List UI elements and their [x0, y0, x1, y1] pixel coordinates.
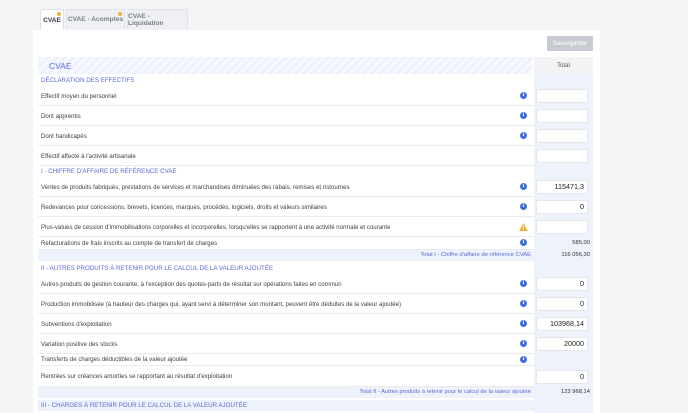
- row-label: Variation positive des stocks: [41, 341, 118, 348]
- table-row: Transferts de charges déductibles de la …: [38, 354, 534, 366]
- row-label: Autres produits de gestion courante, à l…: [41, 281, 342, 288]
- table-row: Ventes de produits fabriqués, prestation…: [38, 177, 534, 197]
- info-icon[interactable]: i: [520, 112, 527, 119]
- total-2-value: 123 968,14: [560, 389, 590, 395]
- row-label: Effectif affecté à l'activité artisanale: [41, 153, 136, 160]
- row-label: Redevances pour concessions, brevets, li…: [41, 204, 327, 211]
- total-2-row: Total II - Autres produits à retenir pou…: [38, 387, 593, 398]
- total-2-label: Total II - Autres produits à retenir pou…: [359, 389, 531, 395]
- rentrees-creances-input[interactable]: 0: [536, 370, 588, 384]
- table-row: Redevances pour concessions, brevets, li…: [38, 197, 534, 217]
- row-label: Production immobilisée (à hauteur des ch…: [41, 301, 402, 308]
- info-icon[interactable]: i: [520, 92, 527, 99]
- table-row: Production immobilisée (à hauteur des ch…: [38, 294, 534, 314]
- row-label: Ventes de produits fabriqués, prestation…: [41, 184, 350, 191]
- warning-icon[interactable]: [519, 223, 528, 231]
- info-icon[interactable]: i: [520, 183, 527, 190]
- apprentis-input[interactable]: [536, 109, 588, 123]
- row-label: Dont apprentis: [41, 113, 81, 120]
- row-label: Transferts de charges déductibles de la …: [41, 356, 188, 363]
- autres-produits-input[interactable]: 0: [536, 277, 588, 291]
- info-icon[interactable]: i: [520, 320, 527, 327]
- table-row: Subventions d'exploitation i: [38, 314, 534, 334]
- info-icon[interactable]: i: [520, 300, 527, 307]
- tab-cvae-liquidation[interactable]: CVAE - Liquidation: [127, 9, 188, 29]
- tab-badge-dot: [118, 12, 122, 16]
- row-label: Effectif moyen du personnel: [41, 93, 117, 100]
- section-autres-produits: II - AUTRES PRODUITS À RETENIR POUR LE C…: [41, 265, 274, 272]
- handicapes-input[interactable]: [536, 129, 588, 143]
- table-row: Rentrées sur créances amorties se rappor…: [38, 366, 534, 387]
- form-panel: Sauvegarder CVAE Total DÉCLARATION DES E…: [33, 30, 600, 413]
- table-row: Plus-values de cession d'immobilisations…: [38, 217, 534, 237]
- page-title: CVAE: [49, 61, 72, 71]
- tab-cvae-acomptes[interactable]: CVAE - Acomptes: [66, 9, 125, 29]
- subventions-input[interactable]: 103968,14: [536, 317, 588, 331]
- row-label: Refacturations de frais inscrits au comp…: [41, 240, 218, 247]
- tab-cvae[interactable]: CVAE: [40, 9, 64, 30]
- table-row: Dont apprentis i: [38, 106, 534, 126]
- total-column-header: Total: [534, 57, 593, 74]
- table-row: Effectif affecté à l'activité artisanale: [38, 146, 534, 166]
- total-1-label: Total I - Chiffre d'affaire de référence…: [420, 252, 531, 258]
- row-label: Subventions d'exploitation: [41, 321, 112, 328]
- info-icon[interactable]: i: [520, 203, 527, 210]
- table-row: Dont handicapés i: [38, 126, 534, 146]
- info-icon[interactable]: i: [520, 340, 527, 347]
- ventes-input[interactable]: 115471,3: [536, 180, 588, 194]
- section-chiffre-affaire: I - CHIFFRE D'AFFAIRE DE RÉFÉRENCE CVAE: [41, 168, 177, 175]
- row-label: Plus-values de cession d'immobilisations…: [41, 224, 391, 231]
- artisanale-input[interactable]: [536, 149, 588, 163]
- table-row: Autres produits de gestion courante, à l…: [38, 274, 534, 294]
- info-icon[interactable]: i: [520, 239, 527, 246]
- table-row: Refacturations de frais inscrits au comp…: [38, 237, 534, 250]
- production-immobilisee-input[interactable]: 0: [536, 297, 588, 311]
- header-band: [38, 57, 532, 74]
- variation-stocks-input[interactable]: 20000: [536, 337, 588, 351]
- tab-badge-dot: [57, 12, 61, 16]
- save-button[interactable]: Sauvegarder: [547, 36, 593, 51]
- tab-label: CVAE - Acomptes: [67, 16, 124, 23]
- info-icon[interactable]: i: [520, 132, 527, 139]
- table-row: Effectif moyen du personnel i: [38, 86, 534, 106]
- tab-label: CVAE - Liquidation: [128, 12, 164, 27]
- section-charges: III - CHARGES À RETENIR POUR LE CALCUL D…: [38, 400, 593, 411]
- refacturations-value: 585,00: [572, 240, 590, 246]
- plus-values-input[interactable]: [536, 220, 588, 234]
- section-effectifs: DÉCLARATION DES EFFECTIFS: [41, 77, 135, 84]
- info-icon[interactable]: i: [520, 356, 527, 363]
- table-row: Variation positive des stocks i: [38, 334, 534, 354]
- redevances-input[interactable]: 0: [536, 200, 588, 214]
- effectif-moyen-input[interactable]: [536, 89, 588, 103]
- total-1-value: 116 056,30: [561, 252, 590, 258]
- tab-label: CVAE: [43, 16, 61, 24]
- total-1-row: Total I - Chiffre d'affaire de référence…: [38, 250, 593, 261]
- row-label: Rentrées sur créances amorties se rappor…: [41, 373, 233, 380]
- row-label: Dont handicapés: [41, 133, 87, 140]
- info-icon[interactable]: i: [520, 280, 527, 287]
